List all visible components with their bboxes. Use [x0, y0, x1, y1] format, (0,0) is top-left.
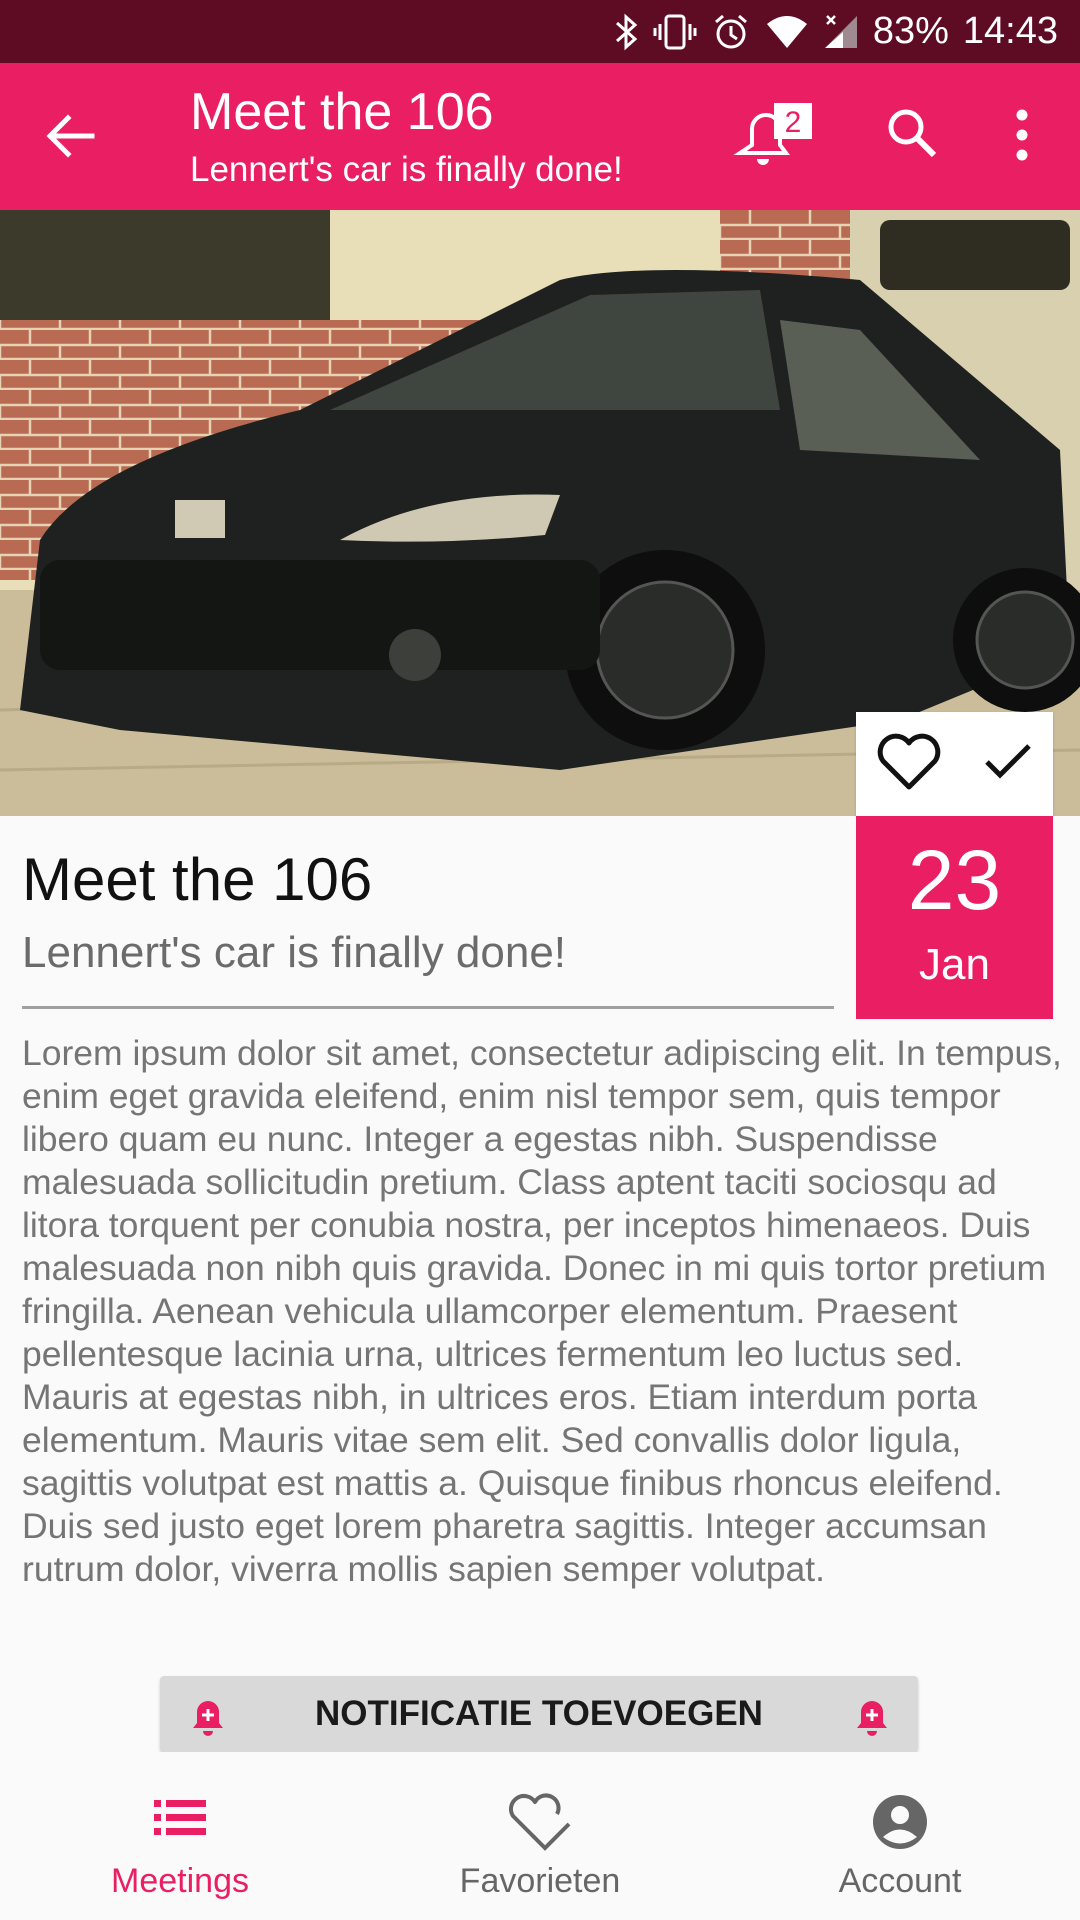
back-button[interactable] — [40, 106, 110, 166]
search-button[interactable] — [884, 105, 940, 166]
vibrate-icon — [653, 12, 697, 52]
app-bar-title: Meet the 106 — [190, 83, 494, 141]
bell-plus-icon — [188, 1696, 228, 1745]
nav-meetings[interactable]: Meetings — [0, 1752, 360, 1920]
date-badge: 23 Jan — [856, 816, 1053, 1019]
event-actions — [856, 712, 1053, 816]
nav-meetings-label: Meetings — [111, 1862, 249, 1900]
back-arrow-icon — [40, 114, 100, 170]
app-bar: Meet the 106 Lennert's car is finally do… — [0, 63, 1080, 210]
notifications-button[interactable]: 2 — [730, 101, 816, 172]
nav-favorites[interactable]: Favorieten — [360, 1752, 720, 1920]
check-icon — [984, 743, 1031, 779]
date-day: 23 — [907, 833, 1002, 927]
account-circle-icon — [872, 1794, 928, 1855]
bottom-navigation: Meetings Favorieten Account — [0, 1752, 1080, 1920]
battery-text: 83% — [872, 10, 949, 52]
app-bar-subtitle: Lennert's car is finally done! — [190, 150, 623, 189]
event-title: Meet the 106 — [22, 846, 373, 913]
date-month: Jan — [919, 940, 990, 989]
bell-plus-icon — [852, 1696, 892, 1745]
notification-bell-icon: 2 — [733, 103, 812, 165]
add-notification-button[interactable]: NOTIFICATIE TOEVOEGEN — [160, 1676, 918, 1752]
title-divider — [22, 1006, 834, 1009]
event-description: Lorem ipsum dolor sit amet, consectetur … — [22, 1033, 1062, 1589]
nav-favorites-label: Favorieten — [459, 1862, 621, 1900]
event-subtitle: Lennert's car is finally done! — [22, 928, 567, 977]
search-icon — [884, 109, 940, 165]
status-bar: 83% 14:43 — [0, 0, 1080, 63]
notification-count: 2 — [785, 106, 802, 139]
clock-text: 14:43 — [962, 10, 1058, 52]
attend-button[interactable] — [983, 742, 1033, 787]
favorite-button[interactable] — [876, 733, 942, 796]
heart-icon — [877, 733, 941, 789]
more-vert-icon — [1006, 109, 1038, 167]
alarm-icon — [711, 12, 751, 52]
nav-account-label: Account — [838, 1862, 962, 1900]
wifi-icon — [765, 14, 809, 50]
list-icon — [154, 1800, 206, 1841]
more-options-button[interactable] — [1006, 107, 1038, 168]
bluetooth-icon — [613, 13, 639, 51]
heart-check-icon — [507, 1792, 573, 1859]
add-notification-label: NOTIFICATIE TOEVOEGEN — [315, 1694, 763, 1733]
nav-account[interactable]: Account — [720, 1752, 1080, 1920]
signal-icon — [823, 14, 859, 50]
